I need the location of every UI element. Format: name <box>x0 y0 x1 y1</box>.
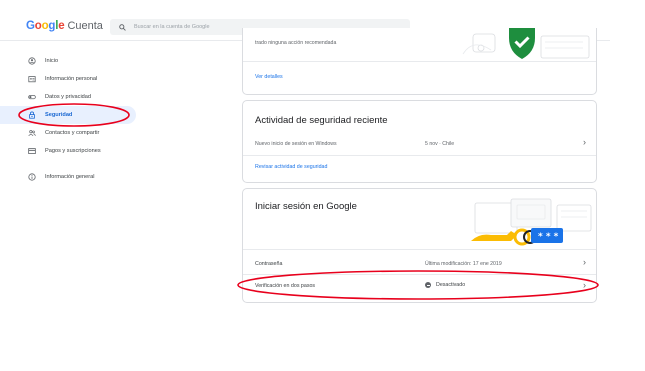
card-divider <box>243 61 596 62</box>
sidebar-item-label: Contactos y compartir <box>45 130 100 136</box>
google-logo: Google <box>26 20 65 32</box>
activity-event: Nuevo inicio de sesión en Windows <box>255 141 337 147</box>
password-row[interactable]: Contraseña Última modificación: 17 ene 2… <box>243 250 596 274</box>
sidebar-item-contacts[interactable]: Contactos y compartir <box>0 124 140 142</box>
sidebar-item-payments[interactable]: Pagos y suscripciones <box>0 142 140 160</box>
security-issues-text: trado ninguna acción recomendada <box>255 40 337 46</box>
password-key-illustration: * * * <box>471 198 592 246</box>
google-account-brand[interactable]: Google Cuenta <box>26 20 103 32</box>
sidebar-item-inicio[interactable]: Inicio <box>0 52 140 70</box>
sidebar: Inicio Información personal Datos y priv… <box>0 52 140 186</box>
sidebar-item-general-info[interactable]: Información general <box>0 168 140 186</box>
review-activity-link[interactable]: Revisar actividad de seguridad <box>255 164 327 170</box>
two-step-label: Verificación en dos pasos <box>255 283 316 289</box>
home-icon <box>28 57 36 65</box>
chevron-right-icon[interactable]: › <box>583 257 586 267</box>
sidebar-item-label: Información general <box>45 174 95 180</box>
shield-check-icon <box>509 28 535 59</box>
credit-card-icon <box>28 148 36 154</box>
info-icon <box>28 173 36 181</box>
card-divider <box>243 155 596 156</box>
product-name: Cuenta <box>67 20 103 32</box>
password-last-modified: Última modificación: 17 ene 2019 <box>425 261 502 267</box>
two-step-verification-row[interactable]: Verificación en dos pasos Desactivado › <box>243 275 596 299</box>
lock-icon <box>29 111 35 119</box>
toggle-icon <box>28 95 36 100</box>
people-icon <box>28 130 36 137</box>
sidebar-item-personal-info[interactable]: Información personal <box>0 70 140 88</box>
recent-activity-card: Actividad de seguridad reciente Nuevo in… <box>242 100 597 183</box>
id-card-icon <box>28 76 36 83</box>
activity-event-meta: 5 nov · Chile <box>425 141 455 147</box>
disabled-status-icon <box>425 282 431 288</box>
sidebar-item-data-privacy[interactable]: Datos y privacidad <box>0 88 140 106</box>
signin-card: Iniciar sesión en Google * * * Contraseñ… <box>242 188 597 303</box>
signin-title: Iniciar sesión en Google <box>255 201 357 212</box>
activity-row[interactable]: Nuevo inicio de sesión en Windows 5 nov … <box>243 131 596 155</box>
sidebar-item-label: Seguridad <box>45 112 73 118</box>
view-details-link[interactable]: Ver detalles <box>255 74 283 80</box>
chevron-right-icon[interactable]: › <box>583 280 586 290</box>
sidebar-item-label: Pagos y suscripciones <box>45 148 101 154</box>
recent-activity-title: Actividad de seguridad reciente <box>255 115 388 126</box>
password-label: Contraseña <box>255 261 283 267</box>
sidebar-item-label: Datos y privacidad <box>45 94 92 100</box>
chevron-right-icon[interactable]: › <box>583 137 586 147</box>
search-icon[interactable] <box>119 23 126 31</box>
sidebar-item-label: Inicio <box>45 58 59 64</box>
svg-text:* * *: * * * <box>538 232 559 242</box>
two-step-status-text: Desactivado <box>436 282 466 288</box>
sidebar-item-label: Información personal <box>45 76 98 82</box>
two-step-status: Desactivado <box>425 282 465 288</box>
security-issues-card: trado ninguna acción recomendada Ver det… <box>242 28 597 95</box>
sidebar-item-security[interactable]: Seguridad <box>0 106 136 124</box>
